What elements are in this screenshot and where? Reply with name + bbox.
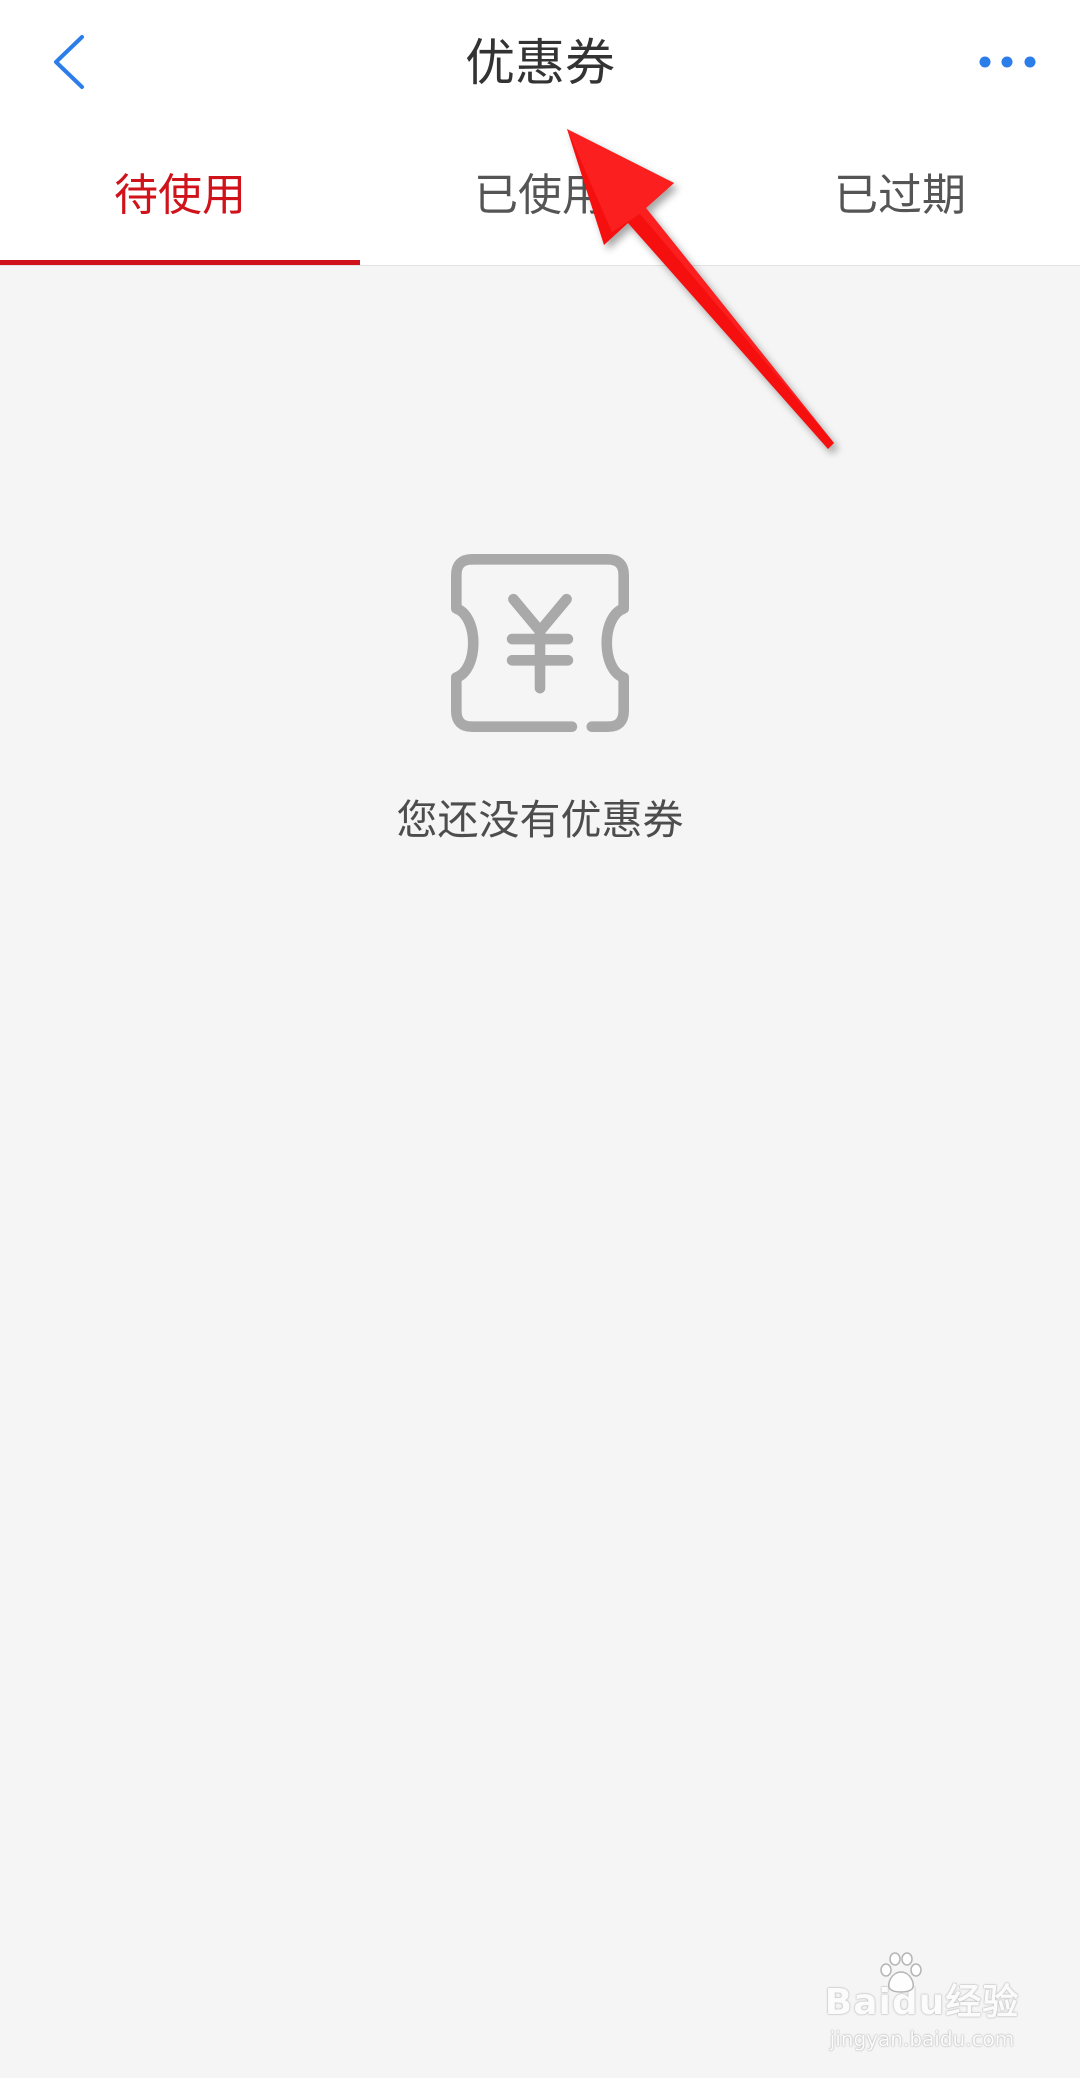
coupon-list-area: 您还没有优惠券 bbox=[0, 266, 1080, 2078]
page-title: 优惠券 bbox=[465, 34, 615, 92]
coupon-status-tabs: 待使用 已使用 已过期 bbox=[0, 126, 1080, 266]
tab-used[interactable]: 已使用 bbox=[360, 126, 720, 265]
baidu-paw-icon bbox=[880, 1952, 922, 1993]
watermark-logo: Baidu经验 bbox=[822, 1952, 1022, 2026]
more-options-button[interactable] bbox=[970, 33, 1050, 93]
watermark-url: jingyan.baidu.com bbox=[829, 2027, 1015, 2051]
tab-unused[interactable]: 待使用 bbox=[0, 126, 360, 265]
more-dots-icon bbox=[979, 56, 1036, 68]
chevron-left-icon bbox=[54, 35, 84, 89]
empty-state-message: 您还没有优惠券 bbox=[396, 796, 684, 844]
tab-expired[interactable]: 已过期 bbox=[720, 126, 1080, 265]
yen-coupon-icon bbox=[451, 554, 629, 732]
top-bar: 优惠券 bbox=[0, 0, 1080, 126]
baidu-jingyan-watermark: Baidu经验 jingyan.baidu.com bbox=[822, 1952, 1022, 2052]
back-button[interactable] bbox=[40, 32, 100, 92]
